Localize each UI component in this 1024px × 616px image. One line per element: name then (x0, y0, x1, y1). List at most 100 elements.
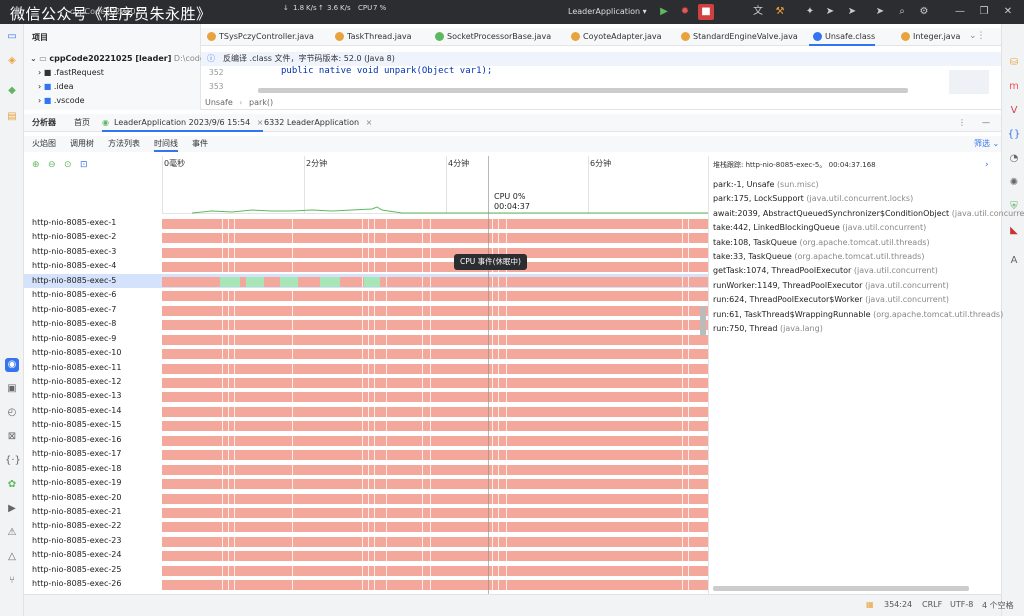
view-tab-timeline[interactable]: 时间线 (154, 136, 178, 152)
plugins-tool-icon[interactable]: ✿ (5, 478, 19, 492)
thread-label[interactable]: http-nio-8085-exec-13 (32, 391, 121, 400)
view-tab-events[interactable]: 事件 (192, 136, 208, 152)
stack-frame[interactable]: run:624, ThreadPoolExecutor$Worker (java… (713, 295, 949, 304)
thread-state-bar[interactable] (162, 479, 708, 490)
view-tab-method-list[interactable]: 方法列表 (108, 136, 140, 152)
thread-label[interactable]: http-nio-8085-exec-14 (32, 406, 121, 415)
thread-label[interactable]: http-nio-8085-exec-9 (32, 334, 116, 343)
stack-frame[interactable]: take:108, TaskQueue (org.apache.tomcat.u… (713, 238, 930, 247)
thread-state-bar[interactable] (162, 219, 708, 229)
thread-state-bar[interactable] (162, 435, 708, 446)
settings-icon[interactable]: ⋮ (958, 114, 966, 132)
thread-state-bar[interactable] (162, 522, 708, 533)
send-alt-icon[interactable]: ➤ (846, 6, 858, 18)
minimize-icon[interactable]: — (954, 6, 966, 18)
running-segment[interactable] (246, 276, 264, 287)
code-editor[interactable]: 352 353 public native void unpark(Object… (201, 66, 1001, 96)
thread-label[interactable]: http-nio-8085-exec-11 (32, 363, 121, 372)
commit-tool-icon[interactable]: ◈ (5, 54, 19, 68)
services-tool-icon[interactable]: ◆ (5, 84, 19, 98)
thread-label[interactable]: http-nio-8085-exec-16 (32, 435, 121, 444)
breadcrumb-method[interactable]: park() (249, 98, 273, 107)
profiler-tab-snapshot[interactable]: ◉ LeaderApplication 2023/9/6 15:54 × (102, 114, 264, 132)
send-icon[interactable]: ➤ (824, 6, 836, 18)
tree-root[interactable]: ⌄ ▭ cppCode20221025 [leader] D:\code\ (30, 54, 207, 63)
settings-icon[interactable]: ⚙ (918, 6, 930, 18)
tree-item[interactable]: › ■ .vscode (38, 96, 85, 105)
editor-tab[interactable]: StandardEngineValve.java (677, 28, 798, 46)
view-tab-flame-graph[interactable]: 火焰图 (32, 136, 56, 152)
tree-item[interactable]: › ■ .fastRequest (38, 68, 104, 77)
thread-label[interactable]: http-nio-8085-exec-1 (32, 218, 116, 227)
running-segment[interactable] (280, 276, 298, 287)
indent-setting[interactable]: 4 个空格 (982, 600, 1014, 611)
running-segment[interactable] (320, 276, 340, 287)
thread-label[interactable]: http-nio-8085-exec-24 (32, 550, 121, 559)
thread-state-bar[interactable] (162, 464, 708, 475)
zoom-in-icon[interactable]: ⊕ (32, 160, 40, 170)
bookmarks-tool-icon[interactable]: ▤ (5, 110, 19, 124)
zoom-fit-icon[interactable]: ⊡ (80, 160, 88, 170)
thread-label[interactable]: http-nio-8085-exec-18 (32, 464, 121, 473)
plugin-icon[interactable]: ✦ (804, 6, 816, 18)
translate-icon[interactable]: 文 (752, 6, 764, 18)
more-tabs-icon[interactable]: ⌄⋮ (969, 31, 986, 41)
stack-frame[interactable]: runWorker:1149, ThreadPoolExecutor (java… (713, 281, 949, 290)
stack-horizontal-scrollbar[interactable] (713, 586, 969, 591)
editor-tab[interactable]: TSysPczyController.java (203, 28, 314, 46)
editor-horizontal-scrollbar[interactable] (258, 88, 908, 93)
send-other-icon[interactable]: ➤ (874, 6, 886, 18)
thread-label[interactable]: http-nio-8085-exec-22 (32, 521, 121, 530)
editor-tab[interactable]: TaskThread.java (331, 28, 412, 46)
stack-frame[interactable]: park:-1, Unsafe (sun.misc) (713, 180, 819, 189)
thread-label[interactable]: http-nio-8085-exec-19 (32, 478, 121, 487)
line-ending[interactable]: CRLF (922, 600, 942, 609)
timeline-vertical-scrollbar[interactable] (700, 306, 706, 336)
restore-icon[interactable]: ❐ (978, 6, 990, 18)
thread-label[interactable]: http-nio-8085-exec-12 (32, 377, 121, 386)
vue-icon[interactable]: V (1007, 104, 1021, 118)
thread-label[interactable]: http-nio-8085-exec-3 (32, 247, 116, 256)
stack-frame[interactable]: getTask:1074, ThreadPoolExecutor (java.u… (713, 266, 938, 275)
json-tool-icon[interactable]: {·} (5, 454, 21, 468)
run-icon[interactable]: ▶ (658, 6, 670, 18)
profiler-tab-process[interactable]: 6332 LeaderApplication × (264, 114, 372, 132)
thread-label[interactable]: http-nio-8085-exec-6 (32, 290, 116, 299)
stop-icon[interactable]: ■ (698, 4, 714, 20)
thread-state-bar[interactable] (162, 262, 708, 273)
view-tab-call-tree[interactable]: 调用树 (70, 136, 94, 152)
thread-state-bar[interactable] (162, 536, 708, 547)
tree-item[interactable]: › ■ .idea (38, 82, 74, 91)
thread-label[interactable]: http-nio-8085-exec-5 (32, 276, 116, 285)
stack-frame[interactable]: run:750, Thread (java.lang) (713, 324, 823, 333)
stack-frame[interactable]: run:61, TaskThread$WrappingRunnable (org… (713, 310, 1003, 319)
stack-frame[interactable]: park:175, LockSupport (java.util.concurr… (713, 194, 913, 203)
thread-label[interactable]: http-nio-8085-exec-20 (32, 493, 121, 502)
thread-label[interactable]: http-nio-8085-exec-25 (32, 565, 121, 574)
running-segment[interactable] (364, 276, 380, 287)
file-encoding[interactable]: UTF-8 (950, 600, 973, 609)
editor-tab[interactable]: Integer.java (897, 28, 960, 46)
history-tool-icon[interactable]: ◴ (5, 406, 19, 420)
close-tab-icon[interactable]: × (366, 118, 373, 127)
thread-state-bar[interactable] (162, 233, 708, 244)
thread-state-bar[interactable] (162, 421, 708, 432)
thread-state-bar[interactable] (162, 349, 708, 360)
editor-tab[interactable]: SocketProcessorBase.java (431, 28, 551, 46)
cursor-position[interactable]: 354:24 (884, 600, 912, 609)
profiler-tab-home[interactable]: 首页 (74, 114, 90, 132)
thread-label[interactable]: http-nio-8085-exec-26 (32, 579, 121, 588)
git-tool-icon[interactable]: ⑂ (5, 574, 19, 588)
run-configuration-selector[interactable]: LeaderApplication ▾ (560, 4, 655, 20)
thread-state-bar[interactable] (162, 320, 708, 331)
thread-label[interactable]: http-nio-8085-exec-21 (32, 507, 121, 516)
thread-state-bar[interactable] (162, 565, 708, 576)
stack-frame[interactable]: take:442, LinkedBlockingQueue (java.util… (713, 223, 926, 232)
thread-state-bar[interactable] (162, 508, 708, 518)
minimize-panel-icon[interactable]: — (982, 114, 990, 132)
thread-state-bar[interactable] (162, 377, 708, 388)
thread-label[interactable]: http-nio-8085-exec-2 (32, 232, 116, 241)
running-segment[interactable] (220, 276, 240, 287)
thread-state-bar[interactable] (162, 493, 708, 504)
chevron-right-icon[interactable]: › (985, 160, 989, 170)
